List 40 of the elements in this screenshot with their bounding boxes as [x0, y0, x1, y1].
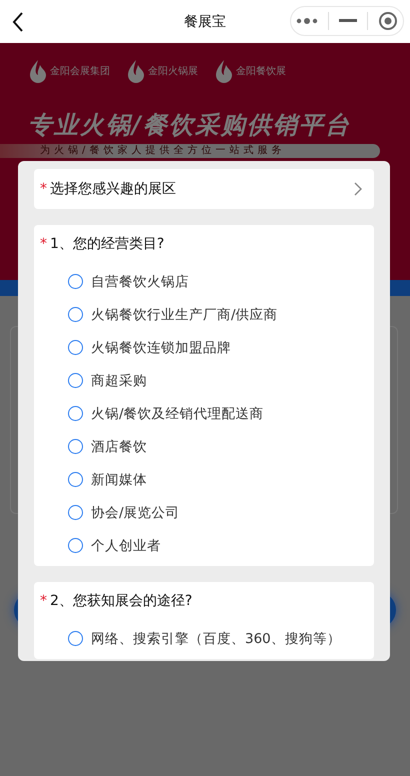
radio-button[interactable]: [68, 505, 83, 520]
required-mark: *: [40, 236, 47, 252]
chevron-right-icon: [354, 182, 362, 196]
page-title: 餐展宝: [184, 12, 226, 30]
radio-button[interactable]: [68, 340, 83, 355]
radio-button[interactable]: [68, 307, 83, 322]
option-label: 自营餐饮火锅店: [91, 272, 189, 290]
logo-icon: [214, 59, 234, 83]
picker-label: 选择您感兴趣的展区: [50, 180, 176, 198]
logo-text: 金阳火锅展: [148, 64, 198, 78]
logo-text: 金阳会展集团: [50, 65, 110, 78]
radio-button[interactable]: [68, 373, 83, 388]
radio-button[interactable]: [68, 406, 83, 421]
logo-icon: [126, 59, 146, 83]
option-label: 商超采购: [91, 372, 147, 390]
option-label: 网络、搜索引擎（百度、360、搜狗等）: [91, 630, 341, 648]
close-icon[interactable]: [378, 11, 398, 31]
logo-text: 金阳餐饮展: [236, 64, 286, 78]
option-label: 协会/展览公司: [91, 504, 180, 522]
radio-button[interactable]: [68, 274, 83, 289]
option-label: 火锅餐饮连锁加盟品牌: [91, 338, 231, 356]
banner-title: 专业火锅/餐饮采购供销平台: [28, 110, 352, 141]
option-label: 新闻媒体: [91, 470, 147, 488]
option-label: 酒店餐饮: [91, 438, 147, 456]
option-label: 火锅/餐饮及经销代理配送商: [91, 404, 264, 422]
radio-button[interactable]: [68, 538, 83, 553]
option-label: 火锅餐饮行业生产厂商/供应商: [91, 306, 278, 324]
logo-icon: [28, 59, 48, 83]
banner-subtitle: 为火锅/餐饮家人提供全方位一站式服务: [0, 144, 380, 158]
area-picker[interactable]: * 选择您感兴趣的展区: [34, 169, 374, 209]
radio-button[interactable]: [68, 631, 83, 646]
radio-button[interactable]: [68, 439, 83, 454]
radio-button[interactable]: [68, 472, 83, 487]
required-mark: *: [40, 593, 47, 609]
question-title: 2、您获知展会的途径?: [50, 592, 192, 610]
question-title: 1、您的经营类目?: [50, 235, 164, 253]
required-mark: *: [40, 181, 47, 197]
option-label: 个人创业者: [91, 536, 161, 554]
more-icon[interactable]: [296, 17, 318, 25]
minimize-icon[interactable]: [339, 19, 357, 23]
